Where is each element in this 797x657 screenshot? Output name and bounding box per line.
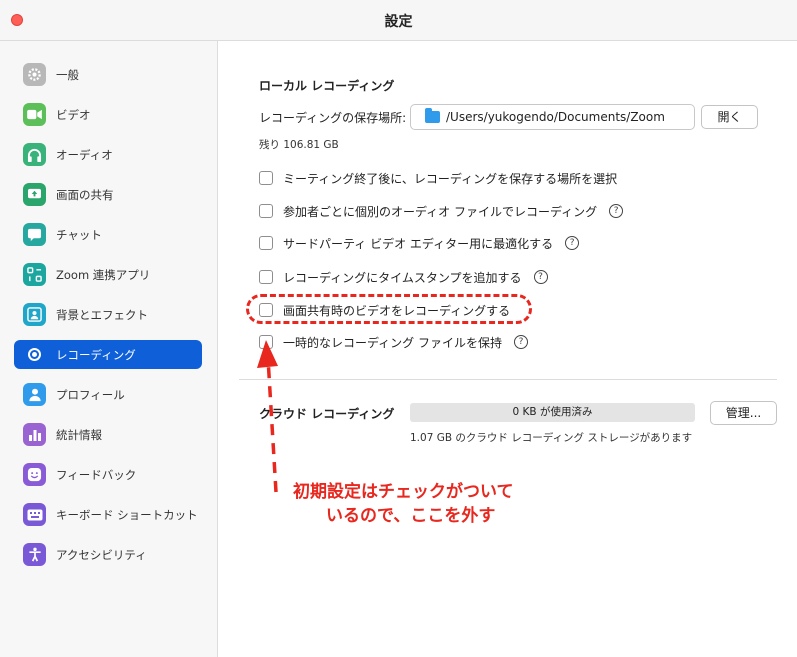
annotation-arrow	[257, 340, 278, 493]
settings-window: 設定 一般 ビデオ オーディオ 画面の共有 チャット Zoom 連携アプリ 背景…	[0, 0, 797, 657]
annotation-text-line-2: いるので、ここを外す	[326, 506, 496, 526]
annotation-text-line-1: 初期設定はチェックがついて	[293, 482, 514, 502]
